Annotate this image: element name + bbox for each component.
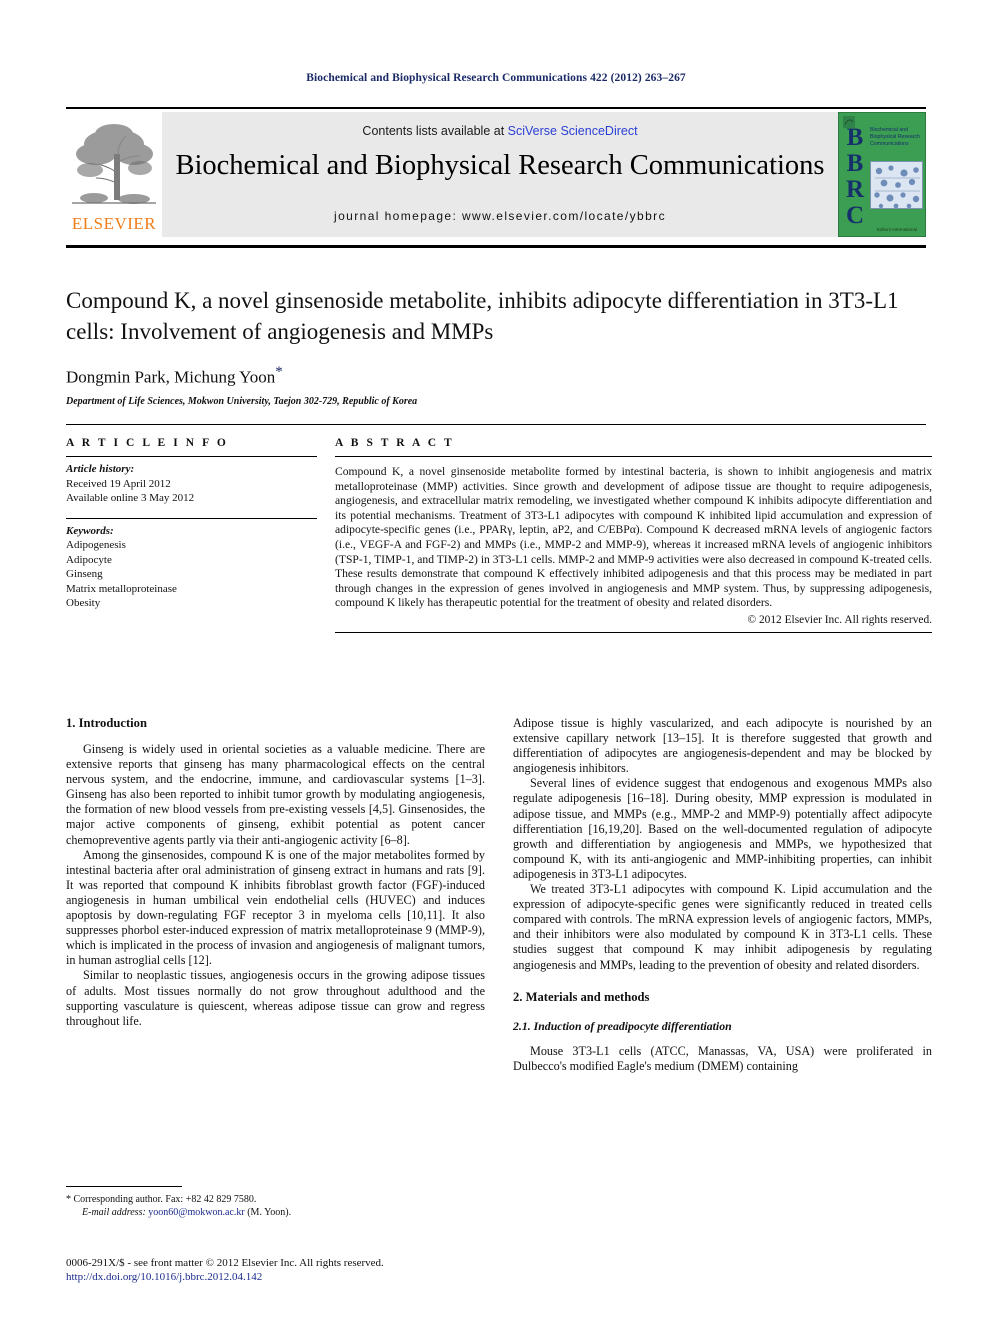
section-heading-introduction: 1. Introduction: [66, 716, 147, 730]
section-heading-materials-and-methods: 2. Materials and methods: [513, 989, 650, 1004]
journal-article-page: Biochemical and Biophysical Research Com…: [0, 0, 992, 1323]
keyword-item: Ginseng: [66, 568, 103, 580]
journal-banner: Contents lists available at SciVerse Sci…: [162, 112, 838, 237]
left-column: 1. Introduction Ginseng is widely used i…: [66, 716, 485, 1074]
masthead-bottom-rule: [66, 245, 926, 248]
paragraph: Ginseng is widely used in oriental socie…: [66, 742, 485, 847]
footnote-marker: *: [66, 1194, 71, 1205]
keyword-item: Obesity: [66, 597, 101, 609]
corresponding-author-marker: *: [275, 364, 283, 380]
corresponding-author-footnote: * Corresponding author. Fax: +82 42 829 …: [66, 1186, 485, 1219]
article-history: Article history: Received 19 April 2012 …: [66, 457, 317, 506]
author-list: Dongmin Park, Michung Yoon*: [66, 364, 932, 388]
abstract-copyright: © 2012 Elsevier Inc. All rights reserved…: [747, 613, 932, 626]
paragraph: Similar to neoplastic tissues, angiogene…: [66, 968, 485, 1028]
abstract-bottom-rule: [335, 631, 932, 633]
article-history-label: Article history:: [66, 463, 135, 475]
cover-title: Biochemical and Biophysical Research Com…: [870, 127, 920, 147]
paragraph: Among the ginsenosides, compound K is on…: [66, 847, 485, 968]
abstract-heading: A B S T R A C T: [335, 437, 455, 449]
journal-masthead: ELSEVIER Contents lists available at Sci…: [66, 107, 926, 237]
elsevier-wordmark: ELSEVIER: [71, 214, 157, 233]
body-two-column-layout: 1. Introduction Ginseng is widely used i…: [66, 716, 932, 1074]
info-abstract-region: A R T I C L E I N F O Article history: R…: [66, 437, 932, 633]
page-footer: 0006-291X/$ - see front matter © 2012 El…: [66, 1256, 566, 1284]
email-link[interactable]: yoon60@mokwon.ac.kr: [148, 1207, 244, 1218]
page-title: Compound K, a novel ginsenoside metaboli…: [66, 288, 899, 344]
cover-letters: BBRC: [845, 124, 865, 229]
article-info-column: A R T I C L E I N F O Article history: R…: [66, 437, 317, 633]
paragraph: Adipose tissue is highly vascularized, a…: [513, 716, 932, 776]
paragraph: Several lines of evidence suggest that e…: [513, 776, 932, 881]
elsevier-logo: ELSEVIER: [66, 112, 162, 237]
email-suffix: (M. Yoon).: [247, 1207, 292, 1218]
contents-lists-line: Contents lists available at SciVerse Sci…: [162, 124, 838, 138]
footnote-email-line: E-mail address: yoon60@mokwon.ac.kr (M. …: [66, 1206, 485, 1219]
elsevier-tree-icon: [70, 114, 158, 206]
running-head: Biochemical and Biophysical Research Com…: [306, 72, 686, 84]
paragraph: We treated 3T3-L1 adipocytes with compou…: [513, 882, 932, 972]
doi-link[interactable]: http://dx.doi.org/10.1016/j.bbrc.2012.04…: [66, 1270, 566, 1284]
footnote-corresponding: * Corresponding author. Fax: +82 42 829 …: [66, 1193, 485, 1206]
keyword-item: Adipocyte: [66, 553, 112, 566]
abstract-text: Compound K, a novel ginsenoside metaboli…: [335, 465, 932, 610]
journal-title: Biochemical and Biophysical Research Com…: [175, 150, 825, 181]
paragraph: Mouse 3T3-L1 cells (ATCC, Manassas, VA, …: [513, 1043, 932, 1073]
keywords-list: Keywords: Adipogenesis Adipocyte Ginseng…: [66, 519, 317, 611]
author-names: Dongmin Park, Michung Yoon: [66, 367, 276, 387]
contents-prefix: Contents lists available at: [362, 124, 508, 138]
abstract-column: A B S T R A C T Compound K, a novel gins…: [335, 437, 932, 633]
cover-figure-image: [870, 161, 923, 209]
keyword-item: Matrix metalloproteinase: [66, 582, 177, 595]
cover-footer: Editors International: [876, 227, 918, 232]
sciencedirect-link[interactable]: SciVerse ScienceDirect: [508, 124, 638, 138]
footnote-rule: [66, 1186, 182, 1187]
title-block: Compound K, a novel ginsenoside metaboli…: [66, 285, 932, 407]
right-column: Adipose tissue is highly vascularized, a…: [513, 716, 932, 1074]
journal-cover-thumbnail: BBRC Biochemical and Biophysical Researc…: [838, 112, 926, 237]
title-bottom-rule: [66, 424, 926, 425]
subsection-heading-induction: 2.1. Induction of preadipocyte different…: [513, 1018, 732, 1033]
keyword-item: Adipogenesis: [66, 539, 126, 551]
email-label: E-mail address:: [82, 1207, 146, 1218]
article-history-online: Available online 3 May 2012: [66, 492, 195, 504]
keywords-label: Keywords:: [66, 524, 114, 537]
article-info-heading: A R T I C L E I N F O: [66, 437, 229, 449]
journal-homepage-link[interactable]: journal homepage: www.elsevier.com/locat…: [162, 209, 838, 223]
affiliation: Department of Life Sciences, Mokwon Univ…: [66, 395, 418, 407]
issn-copyright-line: 0006-291X/$ - see front matter © 2012 El…: [66, 1257, 384, 1269]
footnote-corresponding-text: Corresponding author. Fax: +82 42 829 75…: [73, 1194, 257, 1205]
article-history-received: Received 19 April 2012: [66, 477, 171, 490]
